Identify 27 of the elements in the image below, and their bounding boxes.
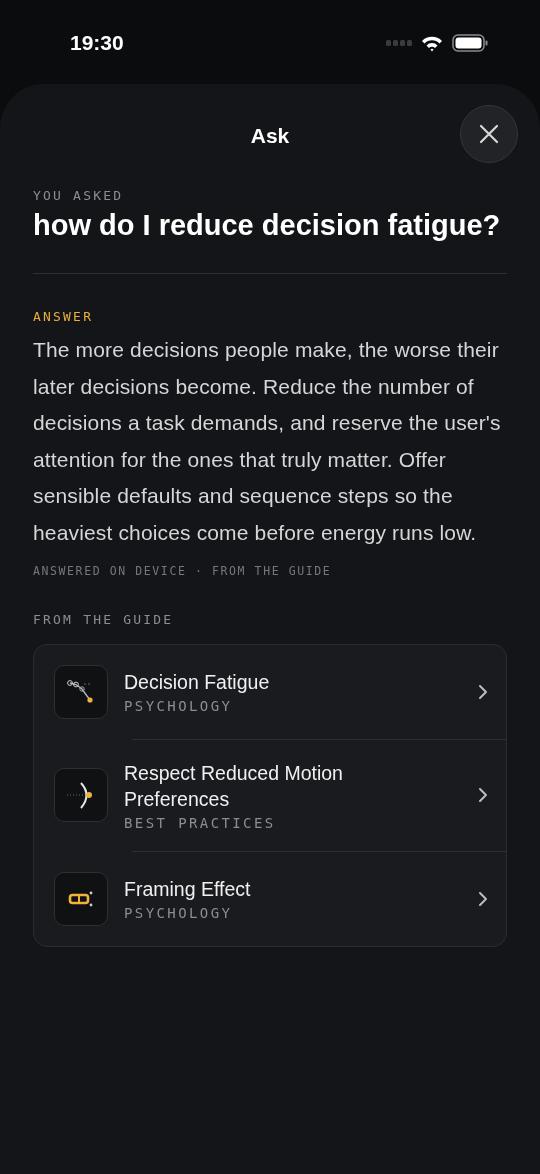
frame-icon xyxy=(54,871,108,926)
node-chain-icon xyxy=(54,664,108,719)
arc-icon xyxy=(54,768,108,823)
chevron-icon xyxy=(478,890,488,907)
item-title: Respect Reduced Motion Preferences xyxy=(124,760,344,812)
section-label: YOU ASKED xyxy=(33,188,124,203)
sheet-title: Ask xyxy=(250,124,290,148)
status-time: 19:30 xyxy=(70,31,124,55)
item-category: PSYCHOLOGY xyxy=(124,698,233,715)
answer-text: The more decisions people make, the worse their later decisions become. Reduce the number of decisions a task demands, and reserve the user's attention for the ones that truly matter. Offer sensible defaults and sequence steps so the heaviest choices come before energy runs low. xyxy=(33,337,502,546)
close-icon xyxy=(479,124,499,144)
item-title: Decision Fatigue xyxy=(124,670,270,696)
signal-icon xyxy=(386,40,412,46)
section-label: ANSWER xyxy=(33,309,94,324)
guide-item[interactable]: Framing Effect PSYCHOLOGY xyxy=(34,851,506,946)
question-text: how do I reduce decision fatigue? xyxy=(33,209,501,242)
chevron-icon xyxy=(478,683,488,700)
guide-item[interactable]: Respect Reduced Motion Preferences BEST PRACTICES xyxy=(34,739,506,851)
guide-item[interactable]: Decision Fatigue PSYCHOLOGY xyxy=(34,644,506,739)
item-category: BEST PRACTICES xyxy=(124,814,276,831)
section-label: FROM THE GUIDE xyxy=(33,611,174,627)
wifi-icon xyxy=(421,34,443,52)
answer-meta: ANSWERED ON DEVICE · FROM THE GUIDE xyxy=(33,563,332,578)
item-category: PSYCHOLOGY xyxy=(124,905,233,922)
chevron-icon xyxy=(478,787,488,804)
item-title: Framing Effect xyxy=(124,877,251,903)
battery-icon xyxy=(452,34,488,52)
